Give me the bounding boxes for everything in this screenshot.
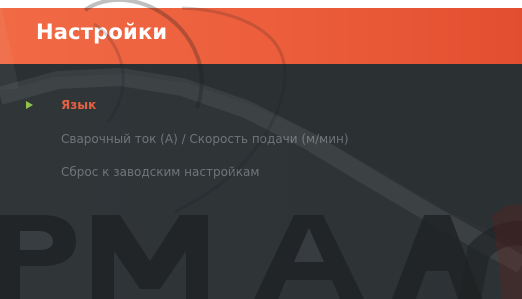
menu-item-label: Язык <box>61 98 97 112</box>
settings-menu: Язык Сварочный ток (А) / Скорость подачи… <box>0 92 522 202</box>
menu-item-language[interactable]: Язык <box>0 92 522 122</box>
menu-item-label: Сварочный ток (А) / Скорость подачи (м/м… <box>61 132 349 146</box>
settings-panel: Настройки Язык Сварочный ток (А) / Скоро… <box>0 8 522 299</box>
settings-header: Настройки <box>0 8 522 64</box>
play-icon <box>26 101 33 109</box>
page-title: Настройки <box>36 20 168 44</box>
menu-item-label: Сброс к заводским настройкам <box>61 165 260 179</box>
settings-screen: Настройки Язык Сварочный ток (А) / Скоро… <box>0 0 522 299</box>
menu-item-welding-current[interactable]: Сварочный ток (А) / Скорость подачи (м/м… <box>0 126 522 156</box>
menu-item-factory-reset[interactable]: Сброс к заводским настройкам <box>0 159 522 189</box>
